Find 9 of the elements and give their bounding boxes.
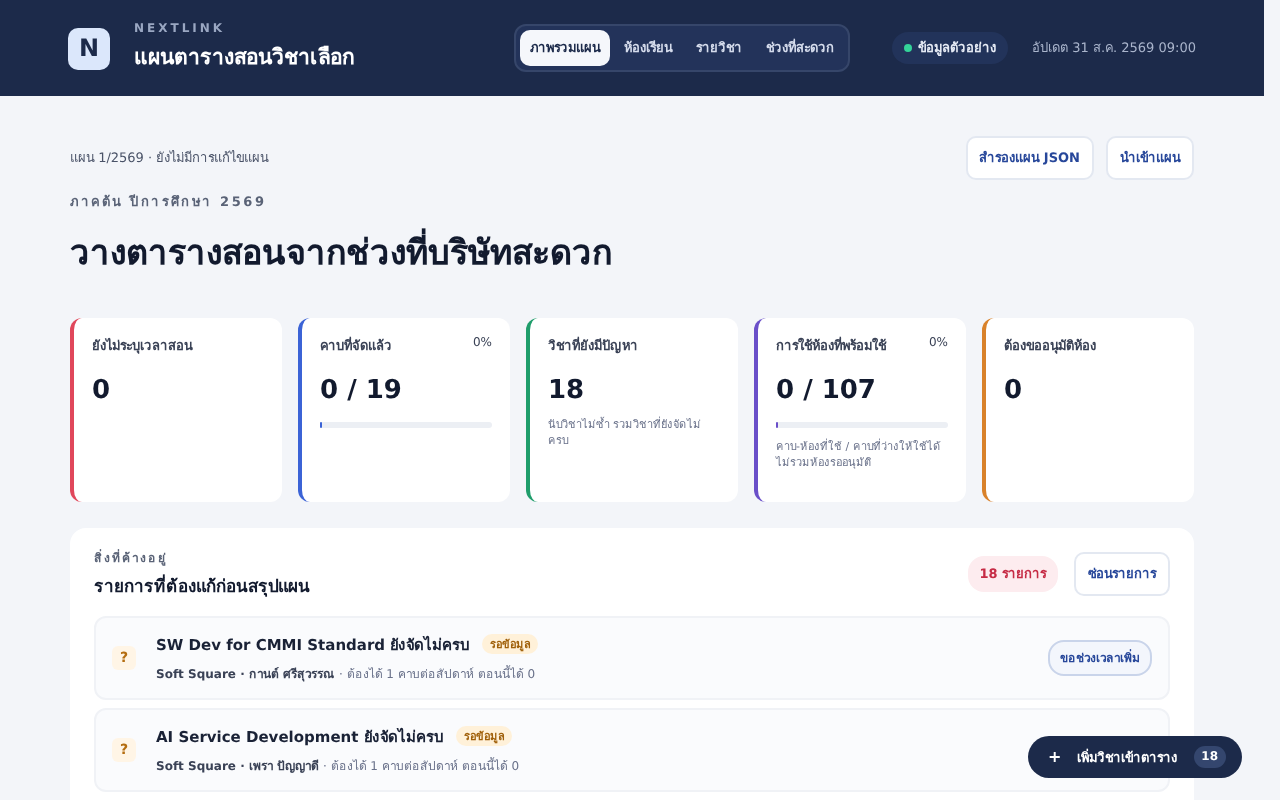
logo: N [68, 27, 110, 69]
stat-value: 0 [92, 376, 113, 406]
stat-value: 0 / 107 [776, 376, 878, 406]
stat-value: 0 [1004, 376, 1025, 406]
stat-value: 18 [548, 376, 587, 406]
app-title: แผนตารางสอนวิชาเลือก [134, 43, 356, 74]
panel-title: รายการที่ต้องแก้ก่อนสรุปแผน [94, 572, 310, 600]
page-heading: วางตารางสอนจากช่วงที่บริษัทสะดวก [70, 224, 1194, 278]
stat-value: 0 / 19 [320, 376, 404, 406]
